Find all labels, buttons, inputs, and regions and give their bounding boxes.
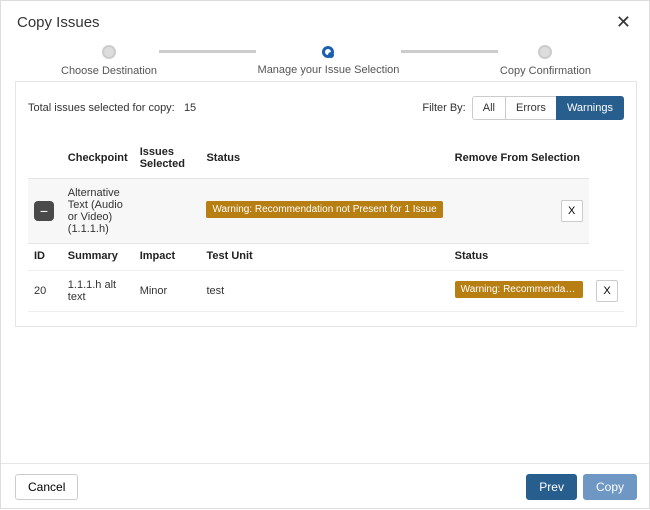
step-label: Copy Confirmation [500,65,591,77]
cancel-button[interactable]: Cancel [15,474,78,500]
stepper: Choose Destination Manage your Issue Sel… [1,41,650,81]
filter-button-group: All Errors Warnings [472,96,624,120]
prev-button[interactable]: Prev [526,474,577,500]
count-value: 15 [184,102,196,114]
col-summary: Summary [62,244,134,271]
modal-footer: Cancel Prev Copy [1,463,650,510]
issue-impact: Minor [134,271,201,312]
filter-by-label: Filter By: [422,102,465,114]
collapse-icon[interactable]: − [34,201,54,221]
count-prefix: Total issues selected for copy: [28,102,175,114]
copy-issues-modal: Copy Issues ✕ Choose Destination Manage … [1,1,650,510]
issues-table: Checkpoint Issues Selected Status Remove… [28,140,624,312]
issue-id: 20 [28,271,62,312]
total-issues-label: Total issues selected for copy: 15 [28,102,196,114]
filter-group: Filter By: All Errors Warnings [422,96,624,120]
step-dot-icon [538,45,552,59]
col-test-unit: Test Unit [200,244,448,271]
col-status2: Status [449,244,589,271]
copy-button[interactable]: Copy [583,474,637,500]
remove-issue-button[interactable]: X [596,280,618,302]
modal-title: Copy Issues [17,14,100,31]
step-copy-confirmation[interactable]: Copy Confirmation [500,45,591,77]
footer-right-buttons: Prev Copy [526,474,637,500]
checkpoint-group-row: − Alternative Text (Audio or Video) (1.1… [28,179,624,244]
step-dot-icon [102,45,116,59]
status-badge: Warning: Recommendati... [455,281,583,298]
checkpoint-name: Alternative Text (Audio or Video) (1.1.1… [62,179,134,244]
close-icon[interactable]: ✕ [612,11,635,33]
issue-row: 20 1.1.1.h alt text Minor test Warning: … [28,271,624,312]
modal-header: Copy Issues ✕ [1,1,650,41]
step-connector [401,50,498,53]
group-header-row: Checkpoint Issues Selected Status Remove… [28,140,624,179]
filter-errors-button[interactable]: Errors [505,96,557,120]
col-impact: Impact [134,244,201,271]
issue-subheader-row: ID Summary Impact Test Unit Status [28,244,624,271]
col-status: Status [200,140,448,179]
issue-test-unit: test [200,271,448,312]
step-manage-selection[interactable]: Manage your Issue Selection [258,46,400,76]
col-checkpoint: Checkpoint [62,140,134,179]
step-label: Choose Destination [61,65,157,77]
group-issues-selected [134,179,201,244]
col-issues-selected: Issues Selected [134,140,201,179]
col-id: ID [28,244,62,271]
panel-topbar: Total issues selected for copy: 15 Filte… [28,96,624,120]
modal-body: Total issues selected for copy: 15 Filte… [1,81,650,463]
step-connector [159,50,256,53]
col-remove: Remove From Selection [449,140,589,179]
remove-group-button[interactable]: X [561,200,583,222]
status-badge: Warning: Recommendation not Present for … [206,201,442,218]
filter-all-button[interactable]: All [472,96,506,120]
panel: Total issues selected for copy: 15 Filte… [15,81,637,327]
step-dot-current-icon [322,46,334,58]
step-label: Manage your Issue Selection [258,64,400,76]
step-choose-destination[interactable]: Choose Destination [61,45,157,77]
filter-warnings-button[interactable]: Warnings [556,96,624,120]
issue-summary: 1.1.1.h alt text [62,271,134,312]
